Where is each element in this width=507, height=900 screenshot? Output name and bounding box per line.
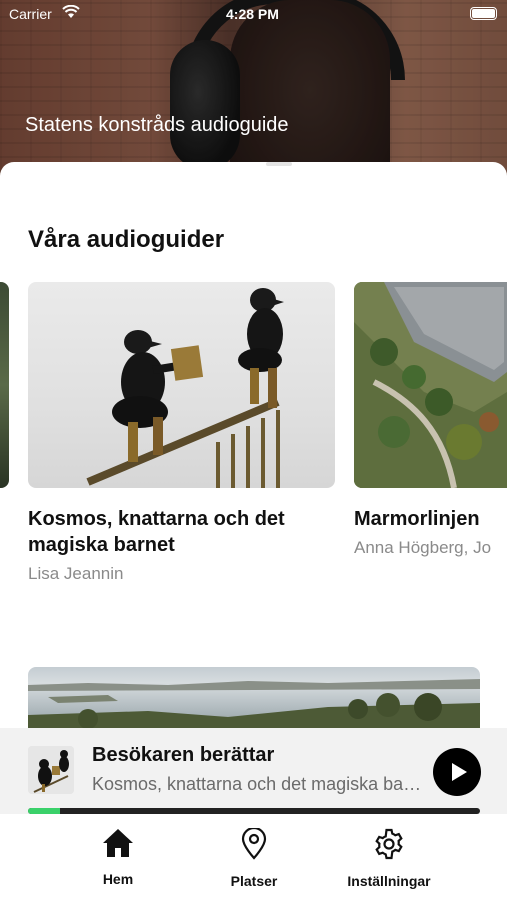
tab-label: Inställningar xyxy=(347,873,431,889)
play-button[interactable] xyxy=(433,748,481,796)
guide-image xyxy=(28,282,335,488)
tab-platser[interactable]: Platser xyxy=(224,826,284,889)
tab-installningar[interactable]: Inställningar xyxy=(346,828,432,889)
wifi-icon xyxy=(62,4,80,22)
player-title: Besökaren berättar xyxy=(92,744,275,766)
guide-title: Kosmos, knattarna och det magiska barnet xyxy=(28,508,285,556)
guide-title: Marmorlinjen xyxy=(354,508,480,530)
player-subtitle: Kosmos, knattarna och det magiska barnet xyxy=(92,774,422,794)
sheet-handle[interactable] xyxy=(266,162,292,166)
battery-icon xyxy=(470,7,497,20)
hero-title: Statens konstråds audioguide xyxy=(25,114,289,136)
tab-label: Platser xyxy=(230,873,278,889)
tab-bar: Hem Platser Inställningar xyxy=(0,814,507,900)
guide-card[interactable]: Marmorlinjen Anna Högberg, Jo xyxy=(354,282,507,558)
player-thumbnail xyxy=(28,746,74,794)
guide-author: Lisa Jeannin xyxy=(28,564,124,583)
status-bar: Carrier 4:28 PM xyxy=(0,0,507,28)
tab-hem[interactable]: Hem xyxy=(96,828,140,887)
guide-card-peek[interactable] xyxy=(0,282,9,488)
guide-card[interactable]: Kosmos, knattarna och det magiska barnet… xyxy=(28,282,335,584)
location-pin-icon xyxy=(224,826,284,863)
clock: 4:28 PM xyxy=(226,6,279,22)
section-title: Våra audioguider xyxy=(28,226,225,253)
guide-author: Anna Högberg, Jo xyxy=(354,538,492,557)
mini-player[interactable]: Besökaren berättar Kosmos, knattarna och… xyxy=(0,728,507,814)
tab-label: Hem xyxy=(102,871,134,887)
guide-image xyxy=(354,282,507,488)
home-icon xyxy=(96,828,140,861)
gear-icon xyxy=(346,828,432,863)
carrier-label: Carrier xyxy=(9,6,52,22)
